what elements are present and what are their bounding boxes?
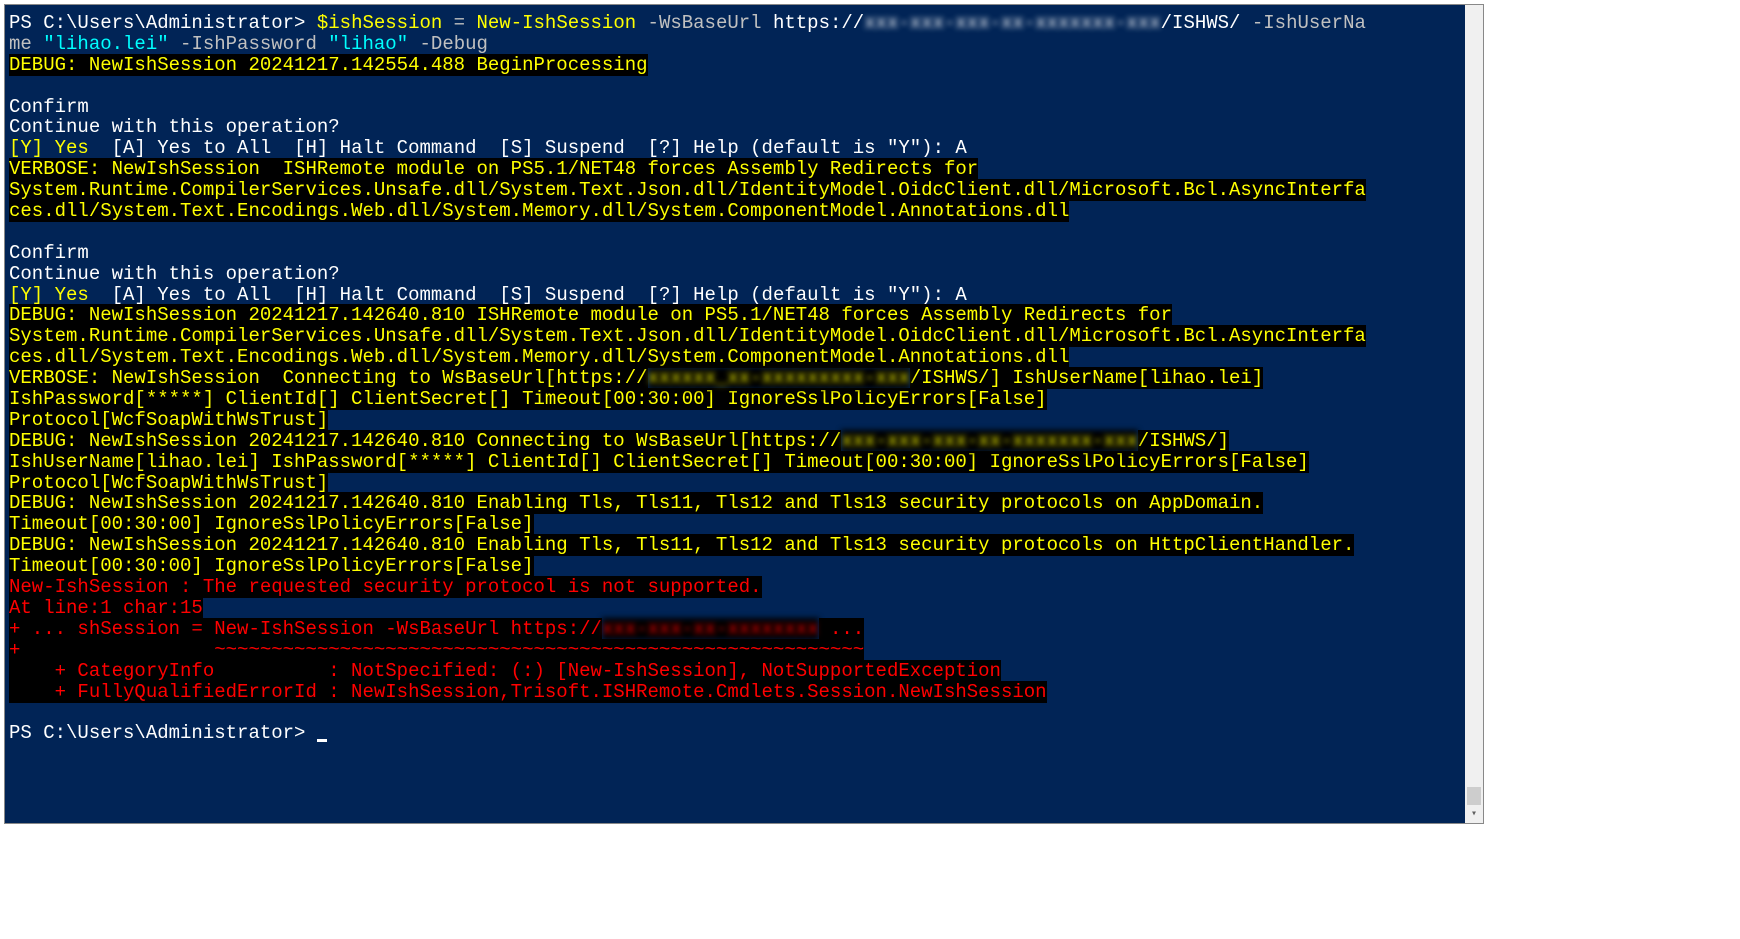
- option-halt[interactable]: [H] Halt Command: [271, 284, 476, 306]
- debug-output: DEBUG: NewIshSession 20241217.142640.810…: [9, 493, 1479, 514]
- prompt-line[interactable]: PS C:\Users\Administrator>: [9, 723, 1479, 744]
- scrollbar[interactable]: ▾: [1465, 5, 1483, 823]
- error-message: New-IshSession : The requested security …: [9, 577, 1479, 598]
- debug-output: DEBUG: NewIshSession 20241217.142640.810…: [9, 535, 1479, 556]
- error-id: + FullyQualifiedErrorId : NewIshSession,…: [9, 682, 1479, 703]
- user-input: A: [955, 137, 966, 159]
- debug-output: DEBUG: NewIshSession 20241217.142554.488…: [9, 55, 1479, 76]
- debug-output: DEBUG: NewIshSession 20241217.142640.810…: [9, 305, 1479, 326]
- option-halt[interactable]: [H] Halt Command: [271, 137, 476, 159]
- powershell-terminal[interactable]: PS C:\Users\Administrator> $ishSession =…: [4, 4, 1484, 824]
- option-help[interactable]: [?] Help (default is "Y"):: [625, 284, 956, 306]
- redacted-url: xxx-xxx-xxx-xx-xxxxxxx-xxx: [841, 430, 1137, 452]
- prompt: PS C:\Users\Administrator>: [9, 722, 317, 744]
- option-yes[interactable]: [Y] Yes: [9, 284, 89, 306]
- error-context: + ... shSession = New-IshSession -WsBase…: [9, 619, 1479, 640]
- confirm-header-2: Confirm: [9, 243, 1479, 264]
- cmdlet-name: New-IshSession: [477, 12, 637, 34]
- debug-output: DEBUG: NewIshSession 20241217.142640.810…: [9, 431, 1479, 452]
- command-line-2: me "lihao.lei" -IshPassword "lihao" -Deb…: [9, 34, 1479, 55]
- confirm-question: Continue with this operation?: [9, 117, 1479, 138]
- username-string: "lihao.lei": [43, 33, 168, 55]
- option-all[interactable]: [A] Yes to All: [89, 284, 271, 306]
- option-suspend[interactable]: [S] Suspend: [477, 284, 625, 306]
- verbose-output: VERBOSE: NewIshSession ISHRemote module …: [9, 159, 1479, 180]
- confirm-question-2: Continue with this operation?: [9, 264, 1479, 285]
- confirm-options-2[interactable]: [Y] Yes [A] Yes to All [H] Halt Command …: [9, 285, 1479, 306]
- variable: $ishSession: [317, 12, 442, 34]
- prompt: PS C:\Users\Administrator>: [9, 12, 317, 34]
- verbose-output: VERBOSE: NewIshSession Connecting to WsB…: [9, 368, 1479, 389]
- error-underline: + ~~~~~~~~~~~~~~~~~~~~~~~~~~~~~~~~~~~~~~…: [9, 640, 1479, 661]
- scrollbar-thumb[interactable]: [1467, 787, 1481, 805]
- option-help[interactable]: [?] Help (default is "Y"):: [625, 137, 956, 159]
- error-location: At line:1 char:15: [9, 598, 1479, 619]
- cursor: [317, 739, 327, 742]
- command-line-1: PS C:\Users\Administrator> $ishSession =…: [9, 13, 1479, 34]
- redacted-url: xxx-xxx-xxx-xx-xxxxxxx-xxx: [864, 12, 1160, 34]
- redacted-url: xxx-xxx-xx-xxxxxxxx: [602, 618, 819, 640]
- confirm-options[interactable]: [Y] Yes [A] Yes to All [H] Halt Command …: [9, 138, 1479, 159]
- error-category: + CategoryInfo : NotSpecified: (:) [New-…: [9, 661, 1479, 682]
- confirm-header: Confirm: [9, 97, 1479, 118]
- scrollbar-down-icon[interactable]: ▾: [1465, 805, 1483, 823]
- option-all[interactable]: [A] Yes to All: [89, 137, 271, 159]
- password-string: "lihao": [328, 33, 408, 55]
- redacted-url: xxxxxx_xx-xxxxxxxxx-xxx: [648, 367, 910, 389]
- option-suspend[interactable]: [S] Suspend: [477, 137, 625, 159]
- option-yes[interactable]: [Y] Yes: [9, 137, 89, 159]
- user-input: A: [955, 284, 966, 306]
